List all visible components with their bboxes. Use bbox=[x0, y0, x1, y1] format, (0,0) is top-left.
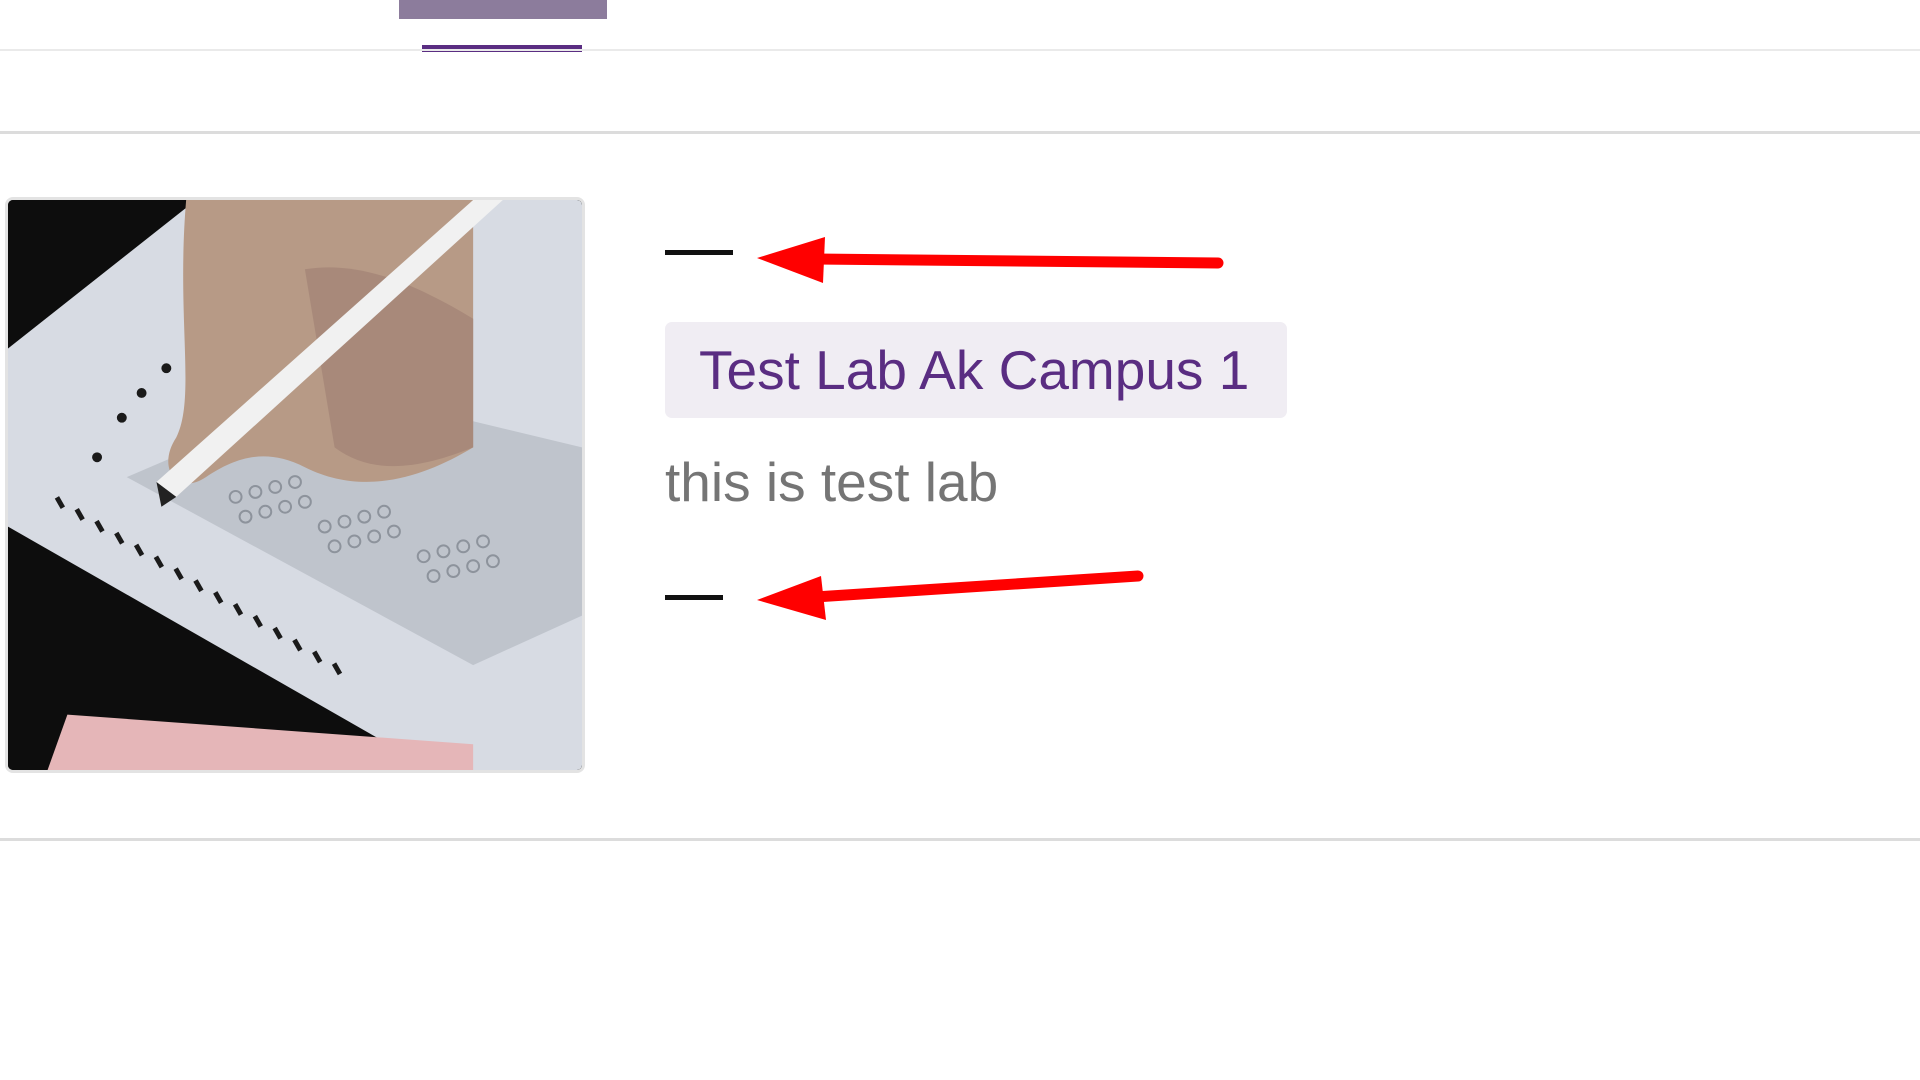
lab-name-tag[interactable]: Test Lab Ak Campus 1 bbox=[665, 322, 1288, 418]
lab-name-label: Test Lab Ak Campus 1 bbox=[699, 339, 1250, 401]
lab-thumbnail-image[interactable] bbox=[5, 197, 585, 773]
annotation-arrow-bottom bbox=[757, 570, 1144, 620]
tab-bar-divider bbox=[0, 49, 1920, 51]
lab-description: this is test lab bbox=[665, 451, 999, 513]
bottom-value-dash bbox=[665, 595, 723, 600]
section-divider-bottom bbox=[0, 838, 1920, 841]
annotation-arrow-top bbox=[757, 237, 1224, 283]
section-divider-top bbox=[0, 131, 1920, 134]
answer-sheet-photo bbox=[8, 200, 582, 770]
top-value-dash bbox=[665, 250, 733, 255]
tab-top[interactable] bbox=[399, 0, 607, 19]
